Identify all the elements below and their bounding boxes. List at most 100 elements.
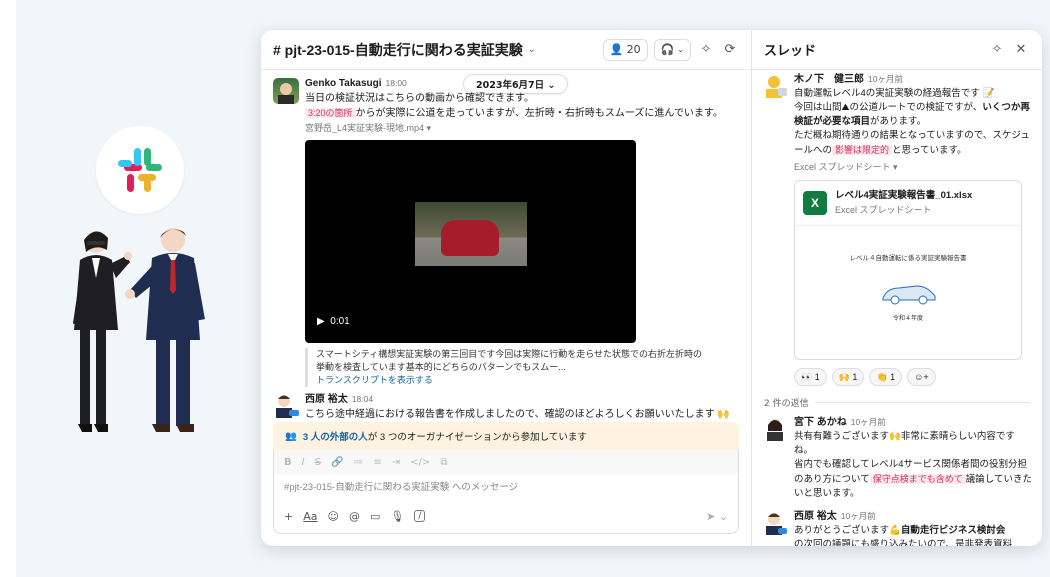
play-icon[interactable]: ▶: [317, 316, 325, 327]
reaction-raised-hands[interactable]: 🙌 1: [831, 368, 865, 386]
indent-button[interactable]: ⇥: [392, 457, 400, 468]
message-text: 共有有難うございます🙌非常に素晴らしい内容ですね。: [794, 430, 1032, 458]
sparkle-icon[interactable]: ✧: [697, 41, 715, 59]
file-name[interactable]: 宮野岳_L4実証実験-現地.mp4 ▾: [305, 121, 751, 136]
doc-date: 令和４年度: [892, 316, 923, 322]
emoji-icon[interactable]: ☺: [327, 510, 338, 523]
mountain-emoji-icon: ⛰: [841, 102, 850, 113]
attached-file-type: Excel スプレッドシート: [835, 205, 932, 215]
attached-file-name[interactable]: レベル4実証実験報告書_01.xlsx: [835, 189, 972, 203]
root-line2b: の公道ルートでの検証ですが、: [849, 102, 983, 113]
avatar[interactable]: [764, 511, 788, 535]
thread-root-message: 木ノ下 健三郎 10ヶ月前 自動運転レベル4の実証実験の経過報告です 📝 今回は山…: [752, 72, 1042, 386]
bullet-list-button[interactable]: ≡: [373, 457, 381, 468]
mention-icon[interactable]: @: [349, 510, 360, 523]
message-text: 当日の検証状況はこちらの動画から確認できます。: [305, 93, 534, 104]
canvas-icon[interactable]: ⟳: [721, 41, 739, 59]
person-illustration-icon: [766, 513, 787, 535]
avatar[interactable]: [764, 74, 788, 98]
external-notice-bold: 3 人の外部の人: [302, 432, 368, 443]
close-icon[interactable]: ✕: [1012, 41, 1030, 59]
slack-logo: [96, 126, 184, 214]
sparkle-icon[interactable]: ✧: [988, 41, 1006, 59]
member-count-button[interactable]: 👤 20: [602, 38, 648, 61]
file-preview: レベル４自動運転に係る実証実験報告書 令和４年度: [795, 225, 1021, 361]
message-author[interactable]: 西原 裕太: [794, 511, 837, 522]
message: Genko Takasugi 18:00 当日の検証状況はこちらの動画から確認でき…: [261, 76, 751, 136]
message-time[interactable]: 10ヶ月前: [841, 511, 876, 521]
video-thumbnail: [415, 202, 527, 266]
plus-button[interactable]: +: [284, 510, 293, 523]
message-text: こちら途中経過における報告書を作成しましたので、確認のほどよろしくお願いいたしま…: [305, 407, 751, 422]
link-button[interactable]: 🔗: [331, 457, 343, 468]
text-format-button[interactable]: Aa: [303, 510, 317, 523]
external-members-notice[interactable]: 👥 3 人の外部の人が 3 つのオーガナイゼーションから参加しています: [273, 422, 739, 450]
huddle-button[interactable]: 🎧 ⌄: [653, 38, 691, 61]
avatar[interactable]: [273, 78, 299, 104]
message-time[interactable]: 18:04: [352, 394, 373, 404]
message-composer: B I S 🔗 ≔ ≡ ⇥ </> ⧉ #pjt-23-015-自動走行に関わる…: [273, 450, 739, 534]
message-text: 自動運転レベル4の実証実験の経過報告です 📝: [794, 87, 1032, 101]
message-text-3: ただ概ね期待通りの結果となっていますので、スケジュールへの 影響は限定的 と思ってい…: [794, 129, 1032, 158]
code-block-button[interactable]: ⧉: [440, 457, 447, 468]
channel-title[interactable]: # pjt-23-015-自動走行に関わる実証実験: [273, 40, 523, 60]
reply-count: 2 件の返信: [764, 399, 809, 409]
car-outline-icon: [882, 285, 936, 305]
microphone-icon[interactable]: 🎙: [390, 510, 404, 523]
message-time[interactable]: 10ヶ月前: [868, 74, 903, 84]
headphones-icon: 🎧: [660, 43, 675, 56]
composer-tools: + Aa ☺ @ ▭ 🎙 / ➤ ⌄: [274, 502, 738, 530]
ordered-list-button[interactable]: ≔: [353, 457, 363, 468]
raised-hands-emoji-icon: 🙌: [889, 431, 901, 442]
message-text: ありがとうございます💪自動走行ビジネス検討会: [794, 524, 1032, 538]
root-line3b: と思っています。: [892, 145, 967, 156]
message-text-line2: からが実際に公道を走っていますが、左折時・右折時もスムーズに進んでいます。: [355, 108, 723, 119]
send-icon[interactable]: ➤ ⌄: [706, 510, 728, 523]
bold-button[interactable]: B: [284, 457, 292, 468]
timestamp-tag[interactable]: 3:20の箇所: [305, 108, 356, 118]
add-reaction-button[interactable]: ☺+: [907, 368, 936, 386]
reaction-clap[interactable]: 👏 1: [869, 368, 903, 386]
memo-emoji-icon: 📝: [982, 88, 995, 99]
message-author[interactable]: 西原 裕太: [305, 394, 348, 405]
channel-header: # pjt-23-015-自動走行に関わる実証実験 ⌄ 👤 20 🎧 ⌄ ✧ ⟳: [261, 30, 751, 70]
play-control[interactable]: ▶ 0:01: [317, 316, 350, 327]
video-clip-icon[interactable]: ▭: [370, 510, 380, 523]
avatar[interactable]: [764, 417, 788, 441]
avatar[interactable]: [273, 392, 299, 418]
raised-hands-emoji-icon: 🙌: [717, 409, 730, 420]
transcript-preview: スマートシティ構想実証実験の第三回目です今回は実際に行動を走らせた状態での右折左…: [305, 348, 705, 387]
message-author[interactable]: 宮下 あかね: [794, 417, 847, 428]
external-org-icon: 👥: [285, 430, 297, 442]
business-people-illustration: [72, 228, 205, 432]
person-illustration-icon: [766, 76, 787, 98]
message: 西原 裕太 18:04 こちら途中経過における報告書を作成しましたので、確認のほど…: [261, 392, 751, 422]
excel-file-card[interactable]: X レベル4実証実験報告書_01.xlsx Excel スプレッドシート レベル…: [794, 180, 1022, 360]
message-time[interactable]: 18:00: [386, 78, 407, 88]
person-illustration-icon: [767, 419, 783, 441]
transcript-text: スマートシティ構想実証実験の第三回目です今回は実際に行動を走らせた状態での右折左…: [316, 349, 703, 372]
strikethrough-button[interactable]: S: [315, 457, 321, 468]
video-time: 0:01: [330, 316, 350, 327]
message-author[interactable]: 木ノ下 健三郎: [794, 74, 864, 85]
reaction-eyes[interactable]: 👀 1: [794, 368, 827, 386]
message-input[interactable]: #pjt-23-015-自動走行に関わる実証実験 へのメッセージ: [274, 474, 738, 502]
file-type-label[interactable]: Excel スプレッドシート ▾: [794, 160, 1032, 174]
doc-title: レベル４自動運転に係る実証実験報告書: [849, 255, 967, 262]
video-player[interactable]: ▶ 0:01: [305, 140, 636, 343]
formatting-toolbar: B I S 🔗 ≔ ≡ ⇥ </> ⧉: [274, 450, 738, 474]
file-card-header: X レベル4実証実験報告書_01.xlsx Excel スプレッドシート: [795, 181, 1021, 225]
show-transcript-link[interactable]: トランスクリプトを表示する: [316, 374, 705, 387]
message-text-2: 今回は山間⛰の公道ルートでの検証ですが、いくつか再検証が必要な項目があります。: [794, 101, 1032, 129]
italic-button[interactable]: I: [302, 457, 305, 468]
chevron-down-icon[interactable]: ⌄: [523, 41, 541, 59]
slack-logo-icon: [118, 148, 162, 192]
slash-command-icon[interactable]: /: [414, 510, 426, 522]
car-image: [441, 220, 499, 256]
message-author[interactable]: Genko Takasugi: [305, 78, 382, 89]
slack-window: # pjt-23-015-自動走行に関わる実証実験 ⌄ 👤 20 🎧 ⌄ ✧ ⟳…: [261, 30, 1042, 546]
code-button[interactable]: </>: [410, 457, 430, 468]
person-photo-icon: [278, 83, 294, 104]
file-type-text: Excel スプレッドシート: [794, 162, 891, 172]
message-time[interactable]: 10ヶ月前: [851, 417, 886, 427]
